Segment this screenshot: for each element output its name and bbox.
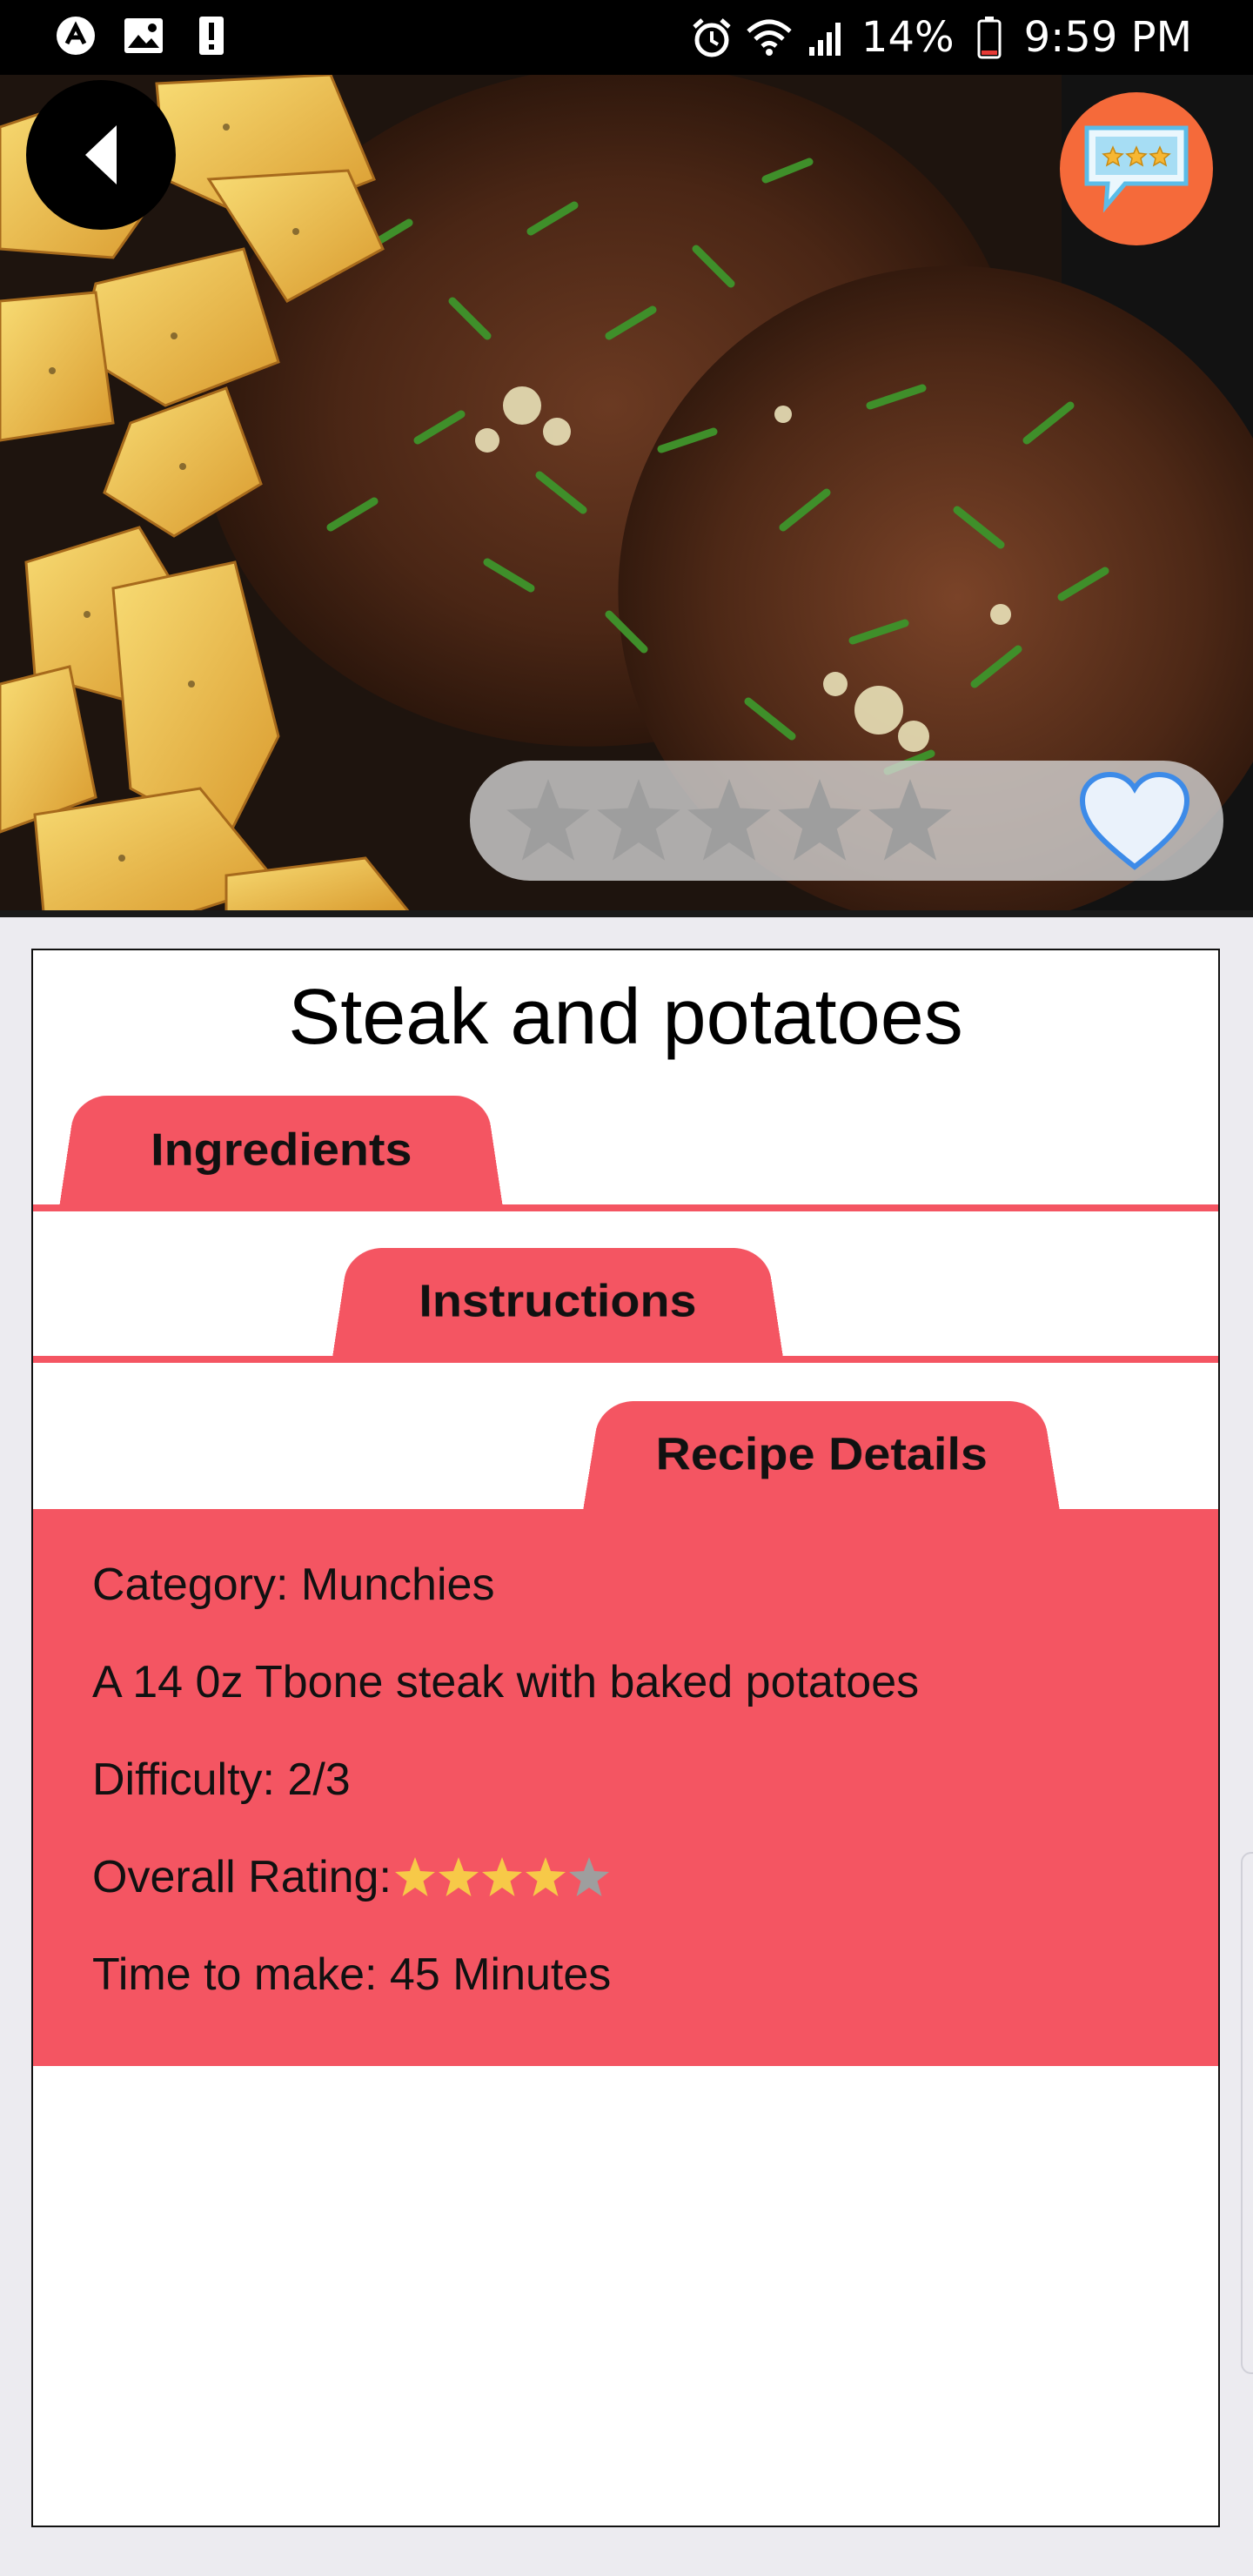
user-rating-stars <box>503 773 955 869</box>
rating-star-3[interactable] <box>684 773 774 869</box>
rate-review-button[interactable] <box>1060 92 1213 245</box>
star-icon <box>394 1857 435 1896</box>
detail-category: Category: Munchies <box>92 1560 495 1610</box>
recipe-details-panel: Category: Munchies A 14 0z Tbone steak w… <box>33 1509 1218 2066</box>
tab-divider <box>33 1204 1218 1211</box>
recipe-card: Steak and potatoes Ingredients Instructi… <box>31 949 1220 2527</box>
alarm-icon <box>689 15 734 60</box>
overall-rating-label: Overall Rating: <box>92 1852 392 1902</box>
favorite-button[interactable] <box>1077 769 1192 874</box>
tab-divider <box>33 1356 1218 1363</box>
rating-star-4[interactable] <box>774 773 865 869</box>
alert-notification-icon <box>191 16 231 56</box>
signal-icon <box>804 15 849 60</box>
hero-divider <box>0 910 1253 917</box>
app-notification-icon <box>56 16 96 56</box>
user-rating-bar <box>470 761 1223 881</box>
detail-difficulty: Difficulty: 2/3 <box>92 1754 351 1805</box>
status-left-icons <box>56 16 231 56</box>
tab-instructions-label: Instructions <box>419 1275 697 1326</box>
tab-recipe-details[interactable]: Recipe Details <box>583 1401 1060 1511</box>
star-icon <box>525 1857 566 1896</box>
heart-icon <box>1079 771 1190 870</box>
back-arrow-icon <box>85 125 117 184</box>
detail-time-to-make: Time to make: 45 Minutes <box>92 1949 612 2000</box>
detail-description: A 14 0z Tbone steak with baked potatoes <box>92 1657 920 1707</box>
back-button[interactable] <box>26 80 176 230</box>
recipe-title: Steak and potatoes <box>288 974 963 1061</box>
image-notification-icon <box>124 16 164 56</box>
tab-recipe-details-label: Recipe Details <box>655 1428 988 1479</box>
status-bar: 14% 9:59 PM <box>0 0 1253 75</box>
battery-icon <box>967 15 1012 60</box>
detail-overall-rating: Overall Rating: <box>92 1847 611 1908</box>
rating-review-icon <box>1084 125 1189 213</box>
wifi-icon <box>747 15 792 60</box>
rating-star-5[interactable] <box>865 773 955 869</box>
star-icon <box>481 1857 522 1896</box>
star-icon <box>438 1857 479 1896</box>
star-empty-icon <box>568 1857 609 1896</box>
tab-ingredients-label: Ingredients <box>150 1124 412 1175</box>
tab-ingredients[interactable]: Ingredients <box>59 1095 503 1208</box>
overall-rating-stars <box>393 1855 611 1899</box>
rating-star-2[interactable] <box>593 773 684 869</box>
rating-star-1[interactable] <box>503 773 593 869</box>
battery-percentage: 14% <box>861 13 955 62</box>
scrollbar[interactable] <box>1241 1852 1253 2374</box>
status-right-icons: 14% 9:59 PM <box>689 9 1192 66</box>
tab-instructions[interactable]: Instructions <box>332 1248 783 1358</box>
clock: 9:59 PM <box>1023 13 1192 62</box>
